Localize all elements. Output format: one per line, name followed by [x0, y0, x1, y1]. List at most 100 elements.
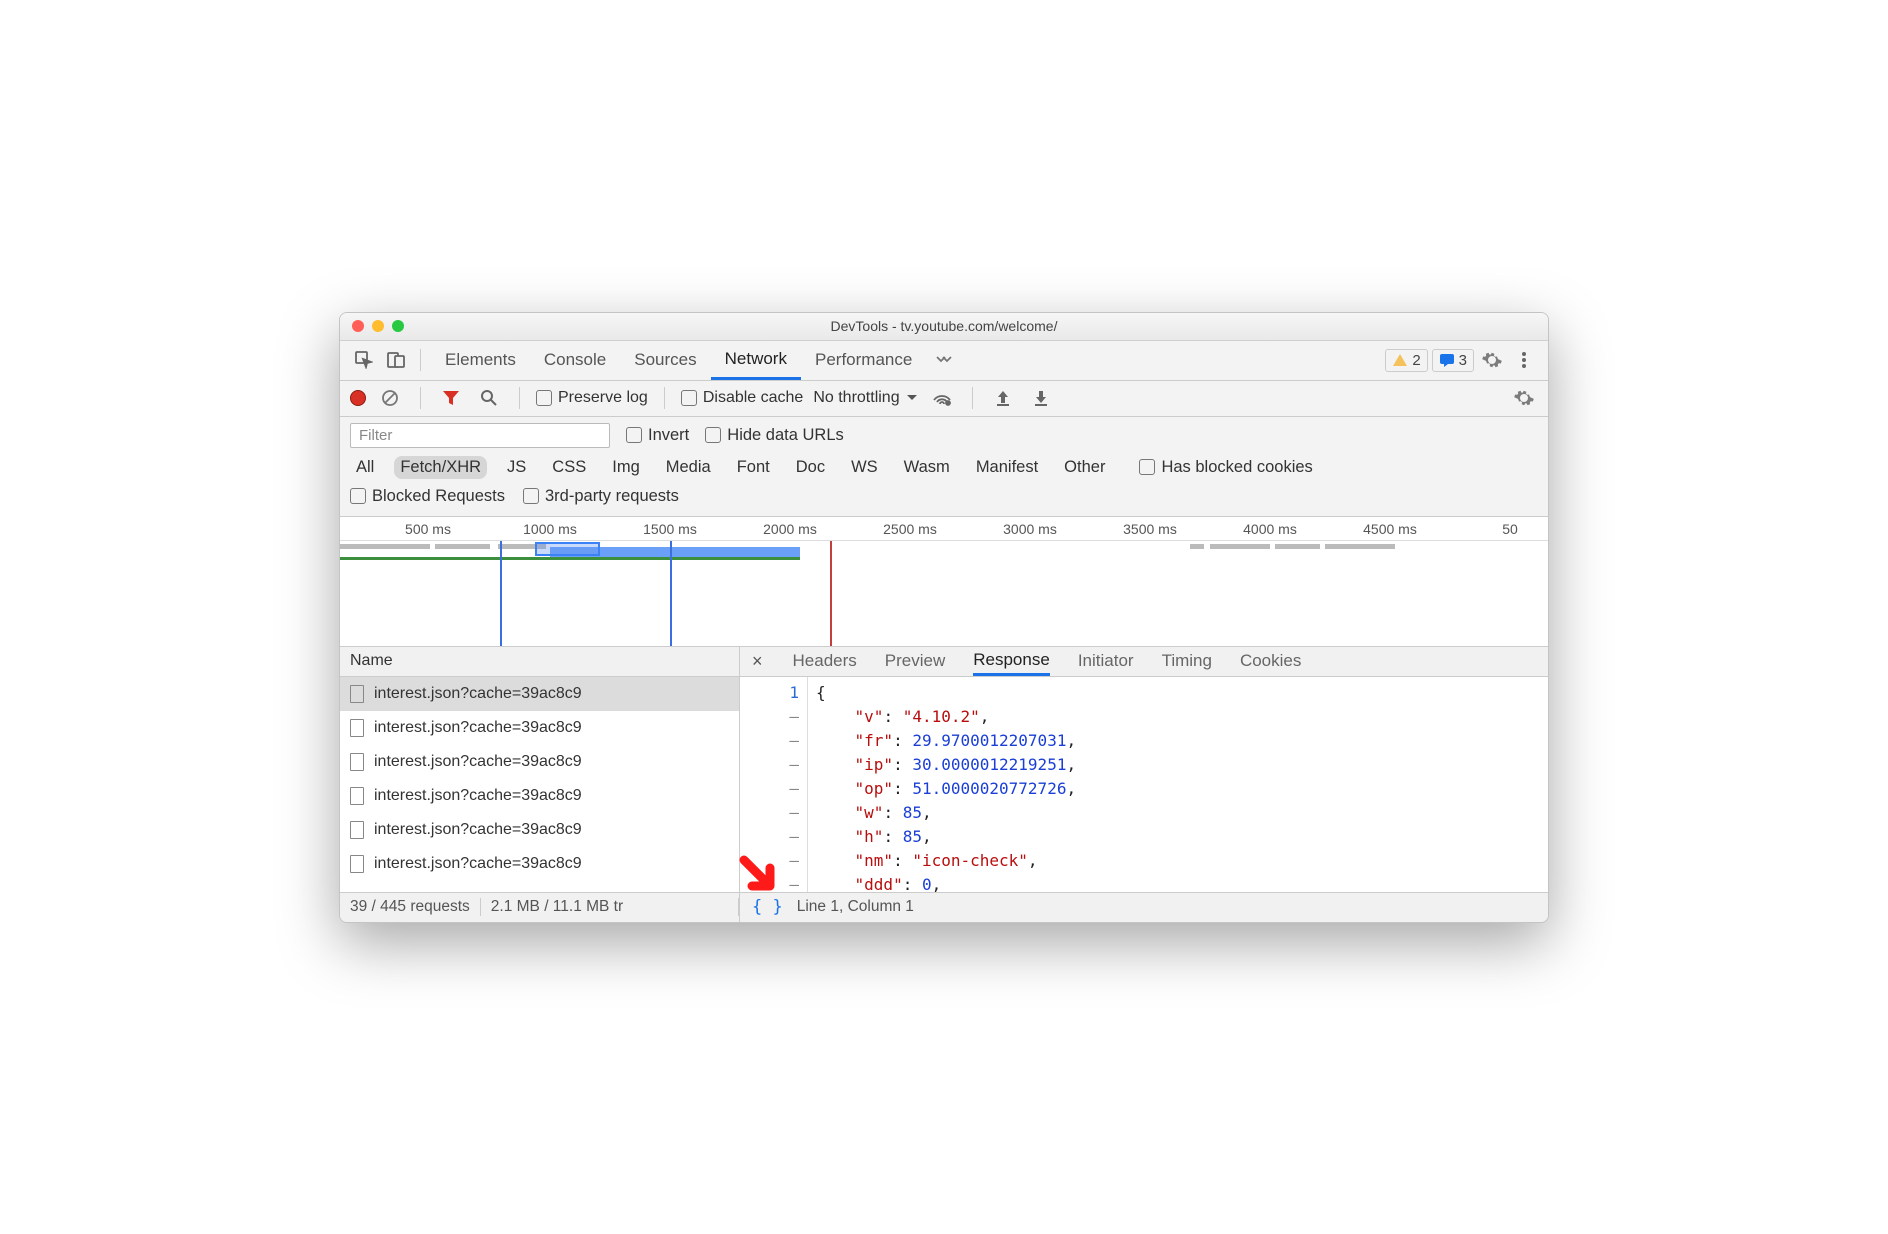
file-icon: [350, 685, 364, 703]
file-icon: [350, 719, 364, 737]
detail-tabs: × Headers Preview Response Initiator Timing C…: [740, 647, 1548, 677]
warnings-badge[interactable]: 2: [1385, 349, 1427, 372]
request-list[interactable]: interest.json?cache=39ac8c9 interest.json…: [340, 677, 739, 892]
filter-type-css[interactable]: CSS: [546, 456, 592, 479]
filter-type-js[interactable]: JS: [501, 456, 532, 479]
download-har-icon[interactable]: [1027, 384, 1055, 412]
time-label: 2000 ms: [763, 521, 817, 537]
disable-cache-checkbox[interactable]: Disable cache: [681, 389, 804, 407]
requests-count: 39 / 445 requests: [340, 898, 481, 916]
filter-type-all[interactable]: All: [350, 456, 380, 479]
request-row[interactable]: interest.json?cache=39ac8c9: [340, 677, 739, 711]
chevron-down-icon: [906, 394, 918, 402]
tab-network[interactable]: Network: [711, 340, 801, 380]
maximize-window-button[interactable]: [392, 320, 404, 332]
minimize-window-button[interactable]: [372, 320, 384, 332]
filter-row: Filter Invert Hide data URLs All Fetch/XH…: [340, 417, 1548, 517]
search-icon[interactable]: [475, 384, 503, 412]
network-toolbar: Preserve log Disable cache No throttling: [340, 381, 1548, 417]
transfer-size: 2.1 MB / 11.1 MB tr: [481, 898, 739, 916]
filter-type-img[interactable]: Img: [606, 456, 646, 479]
status-bar-right: { } Line 1, Column 1: [740, 892, 1548, 922]
timeline-overview[interactable]: 500 ms 1000 ms 1500 ms 2000 ms 2500 ms 3000 m…: [340, 517, 1548, 647]
filter-type-ws[interactable]: WS: [845, 456, 884, 479]
file-icon: [350, 821, 364, 839]
traffic-lights: [340, 320, 404, 332]
request-row[interactable]: interest.json?cache=39ac8c9: [340, 745, 739, 779]
close-detail-icon[interactable]: ×: [752, 651, 763, 672]
more-tabs-chevron-icon[interactable]: [930, 346, 958, 374]
throttling-select[interactable]: No throttling: [813, 389, 917, 407]
status-bar-left: 39 / 445 requests 2.1 MB / 11.1 MB tr: [340, 892, 739, 922]
time-label: 2500 ms: [883, 521, 937, 537]
devtools-tabs: ElementsConsoleSourcesNetworkPerformance…: [340, 341, 1548, 381]
response-body[interactable]: 1–––––––– { "v": "4.10.2", "fr": 29.9700…: [740, 677, 1548, 892]
filter-type-media[interactable]: Media: [660, 456, 717, 479]
tab-sources[interactable]: Sources: [620, 340, 710, 380]
request-list-pane: Name interest.json?cache=39ac8c9interest…: [340, 647, 740, 922]
messages-badge[interactable]: 3: [1432, 349, 1474, 372]
preserve-log-checkbox[interactable]: Preserve log: [536, 389, 648, 407]
request-row[interactable]: interest.json?cache=39ac8c9: [340, 779, 739, 813]
annotation-arrow: [738, 854, 786, 902]
tab-console[interactable]: Console: [530, 340, 620, 380]
time-label: 1000 ms: [523, 521, 577, 537]
detail-tab-response[interactable]: Response: [973, 646, 1050, 676]
file-icon: [350, 787, 364, 805]
filter-type-font[interactable]: Font: [731, 456, 776, 479]
time-label: 4000 ms: [1243, 521, 1297, 537]
record-button[interactable]: [350, 390, 366, 406]
inspect-element-icon[interactable]: [350, 346, 378, 374]
filter-type-doc[interactable]: Doc: [790, 456, 831, 479]
tab-elements[interactable]: Elements: [431, 340, 530, 380]
time-label: 500 ms: [405, 521, 451, 537]
has-blocked-cookies-checkbox[interactable]: Has blocked cookies: [1139, 458, 1312, 477]
detail-tab-timing[interactable]: Timing: [1162, 646, 1212, 676]
warnings-count: 2: [1412, 352, 1420, 369]
kebab-menu-icon[interactable]: [1510, 346, 1538, 374]
time-label: 50: [1502, 521, 1518, 537]
filter-type-wasm[interactable]: Wasm: [898, 456, 956, 479]
time-label: 3000 ms: [1003, 521, 1057, 537]
upload-har-icon[interactable]: [989, 384, 1017, 412]
blocked-requests-checkbox[interactable]: Blocked Requests: [350, 487, 505, 506]
request-name: interest.json?cache=39ac8c9: [374, 719, 582, 737]
network-settings-gear-icon[interactable]: [1510, 384, 1538, 412]
request-row[interactable]: interest.json?cache=39ac8c9: [340, 813, 739, 847]
messages-count: 3: [1459, 352, 1467, 369]
request-row[interactable]: interest.json?cache=39ac8c9: [340, 711, 739, 745]
detail-tab-headers[interactable]: Headers: [793, 646, 857, 676]
request-name: interest.json?cache=39ac8c9: [374, 685, 582, 703]
time-label: 3500 ms: [1123, 521, 1177, 537]
cursor-position: Line 1, Column 1: [797, 898, 914, 916]
filter-input[interactable]: Filter: [350, 423, 610, 448]
hide-data-urls-checkbox[interactable]: Hide data URLs: [705, 426, 843, 445]
filter-type-other[interactable]: Other: [1058, 456, 1111, 479]
filter-type-fetch-xhr[interactable]: Fetch/XHR: [394, 456, 487, 479]
name-column-header[interactable]: Name: [340, 647, 739, 677]
filter-icon[interactable]: [437, 384, 465, 412]
file-icon: [350, 753, 364, 771]
window-title: DevTools - tv.youtube.com/welcome/: [340, 318, 1548, 334]
filter-type-manifest[interactable]: Manifest: [970, 456, 1044, 479]
time-label: 4500 ms: [1363, 521, 1417, 537]
detail-tab-initiator[interactable]: Initiator: [1078, 646, 1134, 676]
clear-icon[interactable]: [376, 384, 404, 412]
detail-pane: × Headers Preview Response Initiator Timing C…: [740, 647, 1548, 922]
request-name: interest.json?cache=39ac8c9: [374, 821, 582, 839]
devtools-window: DevTools - tv.youtube.com/welcome/ Eleme…: [339, 312, 1549, 923]
detail-tab-preview[interactable]: Preview: [885, 646, 945, 676]
time-label: 1500 ms: [643, 521, 697, 537]
request-row[interactable]: interest.json?cache=39ac8c9: [340, 847, 739, 881]
file-icon: [350, 855, 364, 873]
third-party-checkbox[interactable]: 3rd-party requests: [523, 487, 679, 506]
request-name: interest.json?cache=39ac8c9: [374, 855, 582, 873]
tab-performance[interactable]: Performance: [801, 340, 926, 380]
device-toolbar-icon[interactable]: [382, 346, 410, 374]
request-name: interest.json?cache=39ac8c9: [374, 753, 582, 771]
invert-checkbox[interactable]: Invert: [626, 426, 689, 445]
close-window-button[interactable]: [352, 320, 364, 332]
detail-tab-cookies[interactable]: Cookies: [1240, 646, 1301, 676]
settings-gear-icon[interactable]: [1478, 346, 1506, 374]
network-conditions-icon[interactable]: [928, 384, 956, 412]
